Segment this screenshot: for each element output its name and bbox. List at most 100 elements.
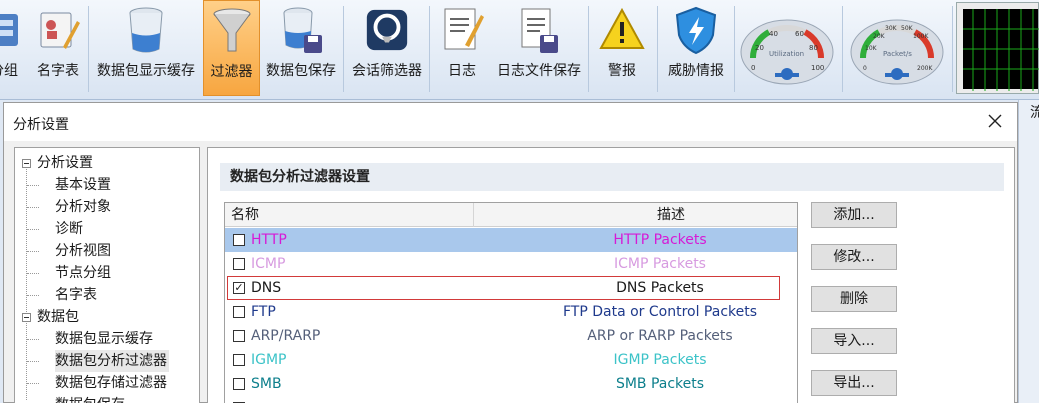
utilization-tick: 0	[751, 64, 755, 72]
toolbar-alarm-button[interactable]: 警报	[594, 0, 650, 96]
filter-name: SMB	[251, 376, 282, 392]
toolbar-log-save-button[interactable]: 日志文件保存	[493, 0, 585, 96]
utilization-tick: 60	[795, 30, 804, 38]
dialog-title-bar: 分析设置	[4, 103, 1017, 141]
group-icon	[0, 4, 28, 56]
list-header: 名称 描述	[225, 203, 797, 227]
tree-item[interactable]: 名字表	[55, 284, 97, 306]
packet-rate-tick: 30K	[885, 25, 898, 32]
warning-icon	[598, 4, 646, 56]
session-filter-icon	[363, 4, 411, 56]
packet-rate-tick: 100K	[913, 33, 929, 40]
filter-list: 名称 描述 HTTP HTTP Packets ICMP ICMP Packet…	[224, 202, 798, 403]
log-save-icon	[515, 4, 563, 56]
toolbar-threat-intel-button[interactable]: 威胁情报	[662, 0, 730, 96]
toolbar-filter-button[interactable]: 过滤器	[203, 0, 260, 96]
filter-desc: IGMP Packets	[613, 352, 707, 368]
save-packets-icon	[277, 4, 325, 56]
filter-checkbox-checked[interactable]: ✓	[233, 282, 245, 294]
tree-item[interactable]: 节点分组	[55, 262, 111, 284]
utilization-title: Utilization	[769, 50, 804, 58]
main-toolbar: 分组 名字表 数据包显示缓存 过滤器 数据包保存 会话筛选器	[0, 0, 1039, 100]
filter-row[interactable]: FTP FTP Data or Control Packets	[225, 300, 797, 324]
filter-checkbox[interactable]	[233, 306, 245, 318]
utilization-gauge: 0 20 40 60 80 100 Utilization	[739, 8, 835, 92]
filter-row[interactable]: IGMP IGMP Packets	[225, 348, 797, 372]
column-header-name[interactable]: 名称	[231, 203, 259, 227]
export-button[interactable]: 导出...	[811, 370, 897, 396]
filter-row-partial[interactable]	[225, 396, 797, 403]
collapse-icon[interactable]	[22, 313, 31, 322]
add-button[interactable]: 添加...	[811, 202, 897, 228]
utilization-tick: 80	[809, 44, 818, 52]
log-icon	[438, 4, 486, 56]
filter-name: HTTP	[251, 232, 287, 248]
filter-desc: FTP Data or Control Packets	[562, 304, 758, 320]
funnel-icon	[208, 5, 256, 57]
filter-checkbox[interactable]	[233, 258, 245, 270]
filter-desc: DNS Packets	[616, 280, 704, 296]
delete-button[interactable]: 删除	[811, 286, 897, 312]
toolbar-log-button[interactable]: 日志	[436, 0, 488, 96]
import-button[interactable]: 导入...	[811, 328, 897, 354]
packet-rate-tick: 200K	[917, 65, 933, 72]
packet-buffer-icon	[122, 4, 170, 56]
background-window-strip: 流	[1018, 100, 1039, 403]
dialog-title: 分析设置	[13, 117, 69, 133]
tree-item[interactable]: 分析视图	[55, 240, 111, 262]
filter-checkbox[interactable]	[233, 234, 245, 246]
filter-row[interactable]: HTTP HTTP Packets	[225, 228, 797, 252]
filter-name: IGMP	[251, 352, 287, 368]
packet-rate-tick: 10K	[865, 45, 878, 52]
tree-item[interactable]: 数据包保存	[55, 394, 125, 403]
close-icon[interactable]	[985, 111, 1005, 131]
collapse-icon[interactable]	[22, 159, 31, 168]
filter-settings-panel: 数据包分析过滤器设置 名称 描述 HTTP HTTP Packets ICMP …	[207, 147, 1015, 403]
filter-name: ARP/RARP	[251, 328, 321, 344]
traffic-graph	[956, 2, 1039, 94]
tree-item[interactable]: 数据包存储过滤器	[55, 372, 167, 394]
tree-group-packets[interactable]: 数据包	[15, 306, 195, 328]
tree-item[interactable]: 诊断	[55, 218, 83, 240]
tree-group-label: 分析设置	[37, 155, 93, 171]
tree-group-label: 数据包	[37, 309, 79, 325]
filter-row[interactable]: ICMP ICMP Packets	[225, 252, 797, 276]
utilization-tick: 20	[755, 44, 764, 52]
settings-tree: 分析设置 基本设置 分析对象 诊断 分析视图 节点分组 名字表 数据包 数据包显…	[14, 147, 200, 403]
tree-item-selected[interactable]: 数据包分析过滤器	[55, 350, 169, 372]
filter-row[interactable]: ARP/RARP ARP or RARP Packets	[225, 324, 797, 348]
toolbar-group-button[interactable]: 分组	[0, 0, 26, 96]
toolbar-name-table-button[interactable]: 名字表	[30, 0, 86, 96]
filter-desc: ARP or RARP Packets	[587, 328, 733, 344]
analysis-settings-dialog: 分析设置 分析设置 基本设置 分析对象 诊断 分析视图 节点分组 名字表 数据包…	[3, 102, 1018, 403]
utilization-tick: 100	[811, 64, 824, 72]
filter-checkbox[interactable]	[233, 378, 245, 390]
name-table-icon	[34, 4, 82, 56]
utilization-tick: 40	[769, 30, 778, 38]
background-partial-label: 流	[1030, 105, 1039, 121]
packet-rate-tick: 20K	[873, 33, 886, 40]
packet-rate-tick: 50K	[901, 25, 914, 32]
packet-rate-title: Packet/s	[883, 50, 912, 58]
tree-item[interactable]: 分析对象	[55, 196, 111, 218]
modify-button[interactable]: 修改...	[811, 244, 897, 270]
tree-group-analysis-settings[interactable]: 分析设置	[15, 152, 195, 174]
toolbar-packet-buffer-button[interactable]: 数据包显示缓存	[92, 0, 200, 96]
filter-name: ICMP	[251, 256, 286, 272]
filter-row[interactable]: ✓ DNS DNS Packets	[227, 276, 780, 300]
filter-name: DNS	[251, 280, 282, 296]
filter-desc: SMB Packets	[615, 376, 705, 392]
toolbar-save-packets-button[interactable]: 数据包保存	[262, 0, 340, 96]
filter-desc: ICMP Packets	[614, 256, 706, 272]
filter-row[interactable]: SMB SMB Packets	[225, 372, 797, 396]
column-header-desc[interactable]: 描述	[474, 203, 797, 227]
threat-shield-icon	[672, 4, 720, 56]
packet-rate-tick: 0	[863, 65, 867, 72]
toolbar-session-filter-button[interactable]: 会话筛选器	[347, 0, 427, 96]
panel-heading: 数据包分析过滤器设置	[220, 163, 1004, 191]
tree-item[interactable]: 数据包显示缓存	[55, 328, 153, 350]
tree-item[interactable]: 基本设置	[55, 174, 111, 196]
filter-name: FTP	[251, 304, 276, 320]
filter-checkbox[interactable]	[233, 330, 245, 342]
filter-checkbox[interactable]	[233, 354, 245, 366]
